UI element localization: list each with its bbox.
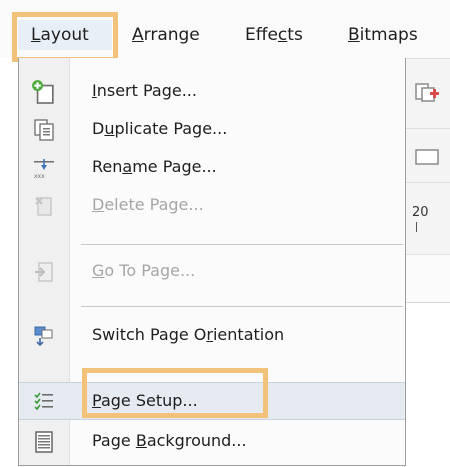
svg-text:xxx: xxx [34,173,45,179]
menu-item-label: Delete Page... [92,195,204,214]
menu-layout-label: Layout [31,25,89,45]
page-setup-icon [34,392,53,411]
menu-effects[interactable]: Effects [245,20,303,50]
menu-item-switch-page-orientation[interactable]: Switch Page Orientation [19,316,405,354]
menu-separator [81,306,403,307]
menu-layout[interactable]: Layout [18,20,112,50]
switch-orientation-icon [34,326,53,347]
menu-item-delete-page[interactable]: Delete Page... [19,186,405,224]
menu-item-label: Page Background... [92,431,247,450]
ruler-number: 20 [412,205,429,220]
menu-item-duplicate-page[interactable]: Duplicate Page... [19,110,405,148]
layout-dropdown-menu: Insert Page... Duplicate Page... xxx Ren… [18,58,406,466]
menu-bitmaps[interactable]: Bitmaps [348,20,418,50]
menu-item-page-background[interactable]: Page Background... [19,422,405,460]
menu-item-label: Page Setup... [92,391,198,410]
menu-item-label: Duplicate Page... [92,119,228,138]
ruler-tick [416,222,417,232]
menu-item-insert-page[interactable]: Insert Page... [19,72,405,110]
delete-page-icon [35,197,52,216]
menu-item-label: Rename Page... [92,157,217,176]
menu-item-rename-page[interactable]: xxx Rename Page... [19,148,405,186]
menu-bar: Layout Arrange Effects Bitmaps [0,0,450,58]
add-page-icon[interactable] [414,80,442,104]
menu-arrange[interactable]: Arrange [132,20,200,50]
insert-page-icon [32,80,54,104]
canvas-page [404,302,450,467]
menu-separator [81,244,403,245]
menu-item-label: Insert Page... [92,81,197,100]
page-frame-icon[interactable] [414,146,442,168]
canvas-area [404,254,450,303]
go-to-page-icon [35,262,53,282]
duplicate-page-icon [34,119,54,141]
page-background-icon [35,431,53,453]
rename-page-icon: xxx [34,159,54,179]
menu-item-label: Switch Page Orientation [92,325,285,344]
menu-item-page-setup[interactable]: Page Setup... [69,382,405,420]
menu-item-label: Go To Page... [92,261,196,280]
menu-item-go-to-page[interactable]: Go To Page... [19,252,405,290]
